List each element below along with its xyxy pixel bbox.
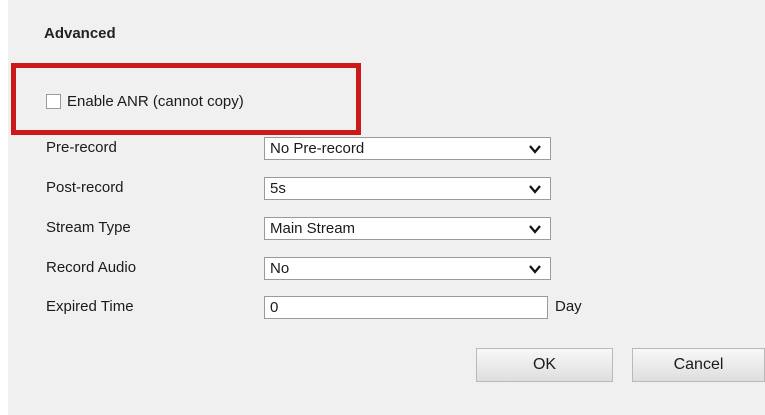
expired-time-unit: Day bbox=[555, 298, 582, 315]
chevron-down-icon bbox=[529, 185, 541, 194]
ok-button[interactable]: OK bbox=[476, 348, 613, 382]
pre-record-value: No Pre-record bbox=[270, 140, 365, 157]
post-record-label: Post-record bbox=[46, 179, 124, 196]
chevron-down-icon bbox=[529, 225, 541, 234]
stream-type-label: Stream Type bbox=[46, 219, 131, 236]
stream-type-value: Main Stream bbox=[270, 220, 356, 237]
pre-record-label: Pre-record bbox=[46, 139, 117, 156]
chevron-down-icon bbox=[529, 145, 541, 154]
highlight-box bbox=[11, 63, 361, 135]
expired-time-label: Expired Time bbox=[46, 298, 134, 315]
record-audio-label: Record Audio bbox=[46, 259, 137, 276]
section-title: Advanced bbox=[44, 25, 116, 42]
post-record-select[interactable]: 5s bbox=[264, 177, 551, 200]
stream-type-select[interactable]: Main Stream bbox=[264, 217, 551, 240]
expired-time-input[interactable]: 0 bbox=[264, 296, 548, 319]
chevron-down-icon bbox=[529, 265, 541, 274]
cancel-button[interactable]: Cancel bbox=[632, 348, 765, 382]
record-audio-select[interactable]: No bbox=[264, 257, 551, 280]
pre-record-select[interactable]: No Pre-record bbox=[264, 137, 551, 160]
post-record-value: 5s bbox=[270, 180, 286, 197]
record-audio-value: No bbox=[270, 260, 290, 277]
